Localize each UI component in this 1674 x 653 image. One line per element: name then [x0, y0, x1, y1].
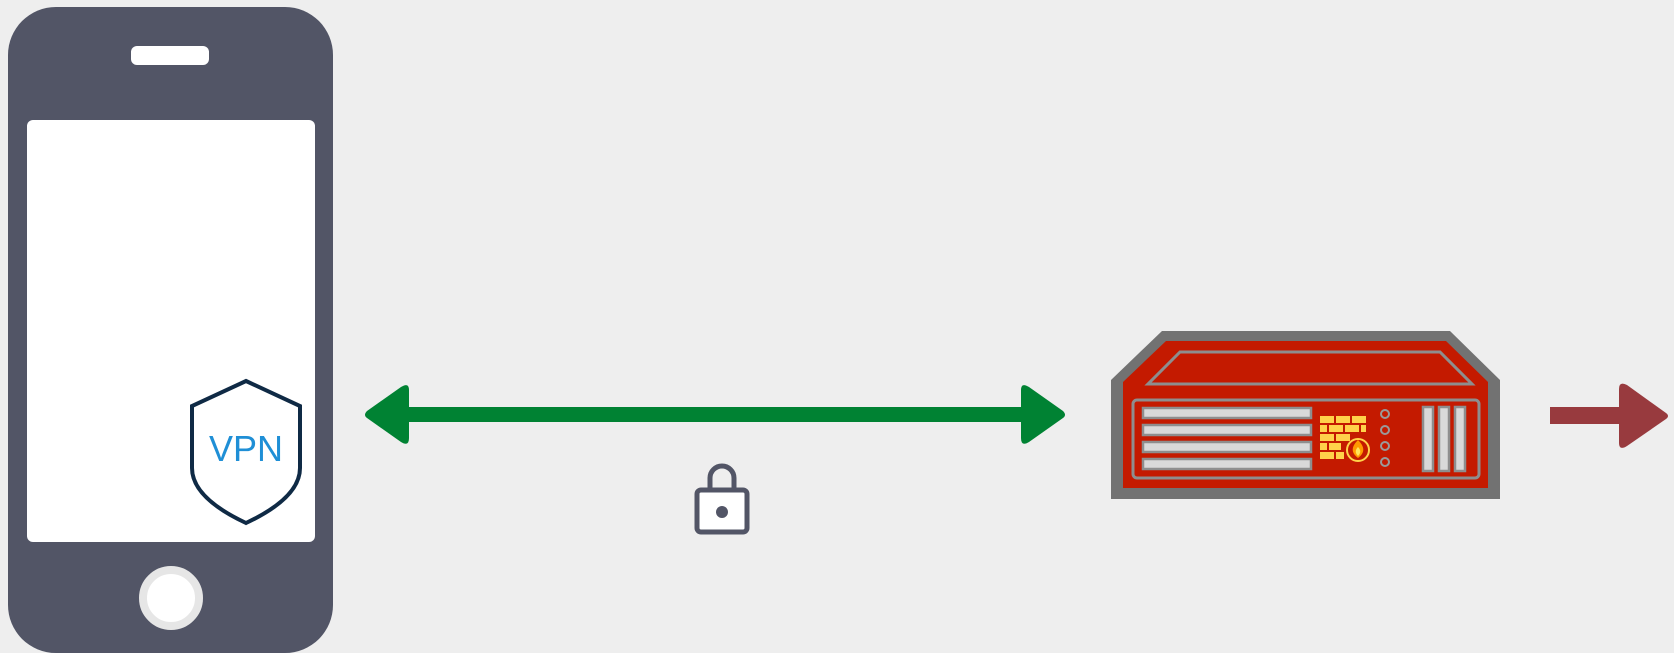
tunnel-line — [398, 407, 1040, 422]
smartphone-icon — [8, 7, 333, 653]
tunnel-arrowhead-left — [365, 385, 409, 444]
tunnel-arrowhead-right — [1021, 385, 1065, 444]
firewall-appliance-icon — [1111, 331, 1500, 499]
vertical-slots — [1421, 405, 1467, 473]
phone-home-button-inner — [150, 577, 192, 619]
right-arrow-icon — [1550, 383, 1668, 448]
padlock-icon — [694, 463, 750, 535]
egress-arrowhead — [1619, 383, 1668, 448]
vpn-diagram: VPN — [8, 7, 1668, 653]
egress-line — [1550, 407, 1626, 424]
vpn-shield-icon: VPN — [190, 378, 302, 526]
bidirectional-arrow-icon — [365, 385, 1065, 444]
phone-speaker — [131, 46, 209, 65]
vpn-badge-label: VPN — [209, 428, 283, 469]
